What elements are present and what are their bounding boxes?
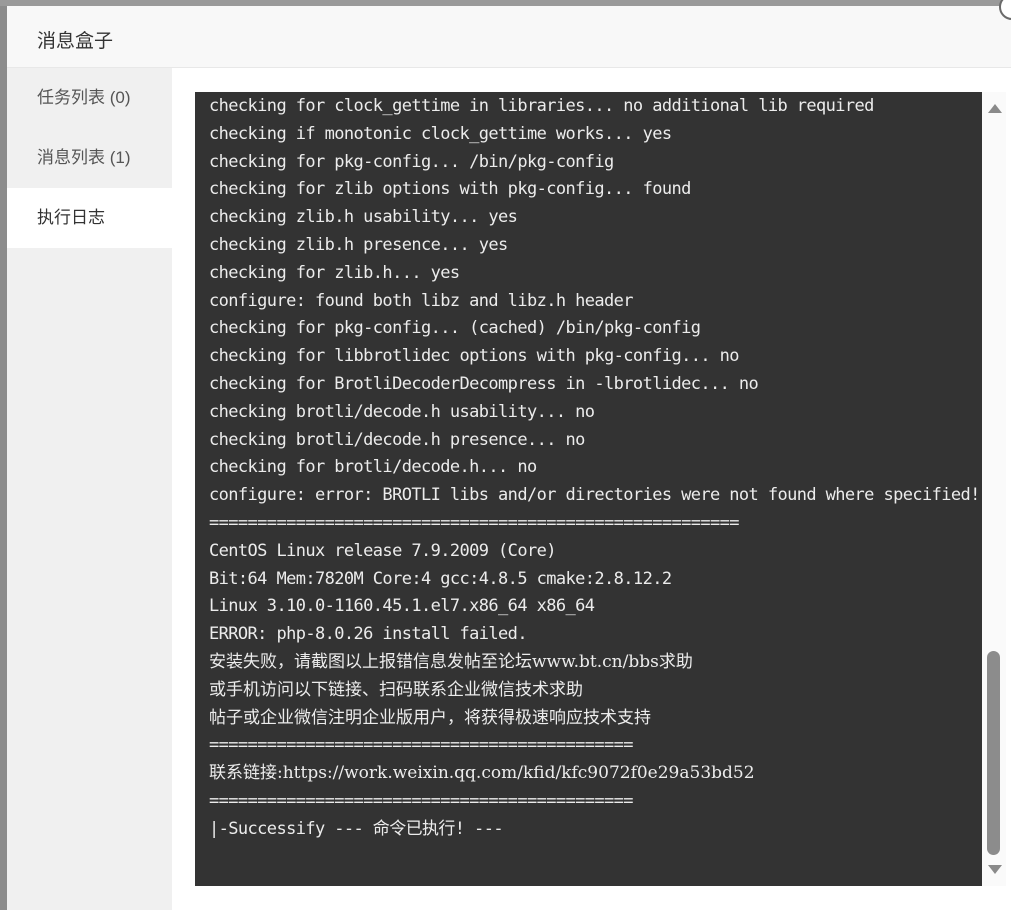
message-box-dialog: 消息盒子 任务列表 (0) 消息列表 (1) 执行日志 checking for…: [7, 0, 1011, 910]
log-line: 帖子或企业微信注明企业版用户，将获得极速响应技术支持: [209, 707, 651, 728]
log-scrollbar[interactable]: [982, 92, 1006, 886]
log-line: configure: error: BROTLI libs and/or dir…: [209, 485, 980, 506]
log-line: CentOS Linux release 7.9.2009 (Core): [209, 540, 556, 561]
log-line: checking brotli/decode.h usability... no: [209, 401, 595, 422]
log-line: checking for libbrotlidec options with p…: [209, 346, 740, 367]
log-line: checking brotli/decode.h presence... no: [209, 429, 585, 450]
log-line: 或手机访问以下链接、扫码联系企业微信技术求助: [209, 679, 583, 700]
log-line: checking for zlib.h... yes: [209, 262, 460, 283]
dialog-title: 消息盒子: [37, 31, 114, 52]
log-lines: checking for clock_gettime in libraries.…: [195, 92, 982, 844]
log-line: configure: found both libz and libz.h he…: [209, 290, 634, 311]
scroll-down-arrow-icon[interactable]: [988, 865, 1002, 874]
log-line: checking for zlib options with pkg-confi…: [209, 179, 691, 200]
log-line: checking if monotonic clock_gettime work…: [209, 123, 672, 144]
tab-message-list[interactable]: 消息列表 (1): [7, 128, 172, 188]
log-line: Linux 3.10.0-1160.45.1.el7.x86_64 x86_64: [209, 596, 595, 617]
log-line: checking zlib.h presence... yes: [209, 234, 508, 255]
log-line: checking for pkg-config... /bin/pkg-conf…: [209, 151, 614, 172]
scroll-thumb[interactable]: [987, 651, 1000, 855]
log-line: ERROR: php-8.0.26 install failed.: [209, 624, 528, 645]
log-panel: checking for clock_gettime in libraries.…: [172, 68, 1011, 910]
scroll-up-arrow-icon[interactable]: [988, 104, 1002, 113]
log-line: checking for pkg-config... (cached) /bin…: [209, 318, 701, 339]
log-line: ========================================…: [209, 790, 634, 811]
tab-execution-log[interactable]: 执行日志: [7, 188, 172, 248]
tab-task-list[interactable]: 任务列表 (0): [7, 68, 172, 128]
log-line: ========================================…: [209, 735, 634, 756]
log-line: checking zlib.h usability... yes: [209, 207, 518, 228]
log-line: checking for brotli/decode.h... no: [209, 457, 537, 478]
log-line: 安装失败，请截图以上报错信息发帖至论坛www.bt.cn/bbs求助: [209, 651, 693, 672]
execution-log-output[interactable]: checking for clock_gettime in libraries.…: [195, 92, 982, 886]
log-line: 联系链接:https://work.weixin.qq.com/kfid/kfc…: [209, 763, 755, 784]
log-line: |-Successify --- 命令已执行! ---: [209, 818, 504, 839]
log-line: checking for BrotliDecoderDecompress in …: [209, 373, 759, 394]
log-line: ========================================…: [209, 512, 740, 533]
log-line: Bit:64 Mem:7820M Core:4 gcc:4.8.5 cmake:…: [209, 568, 672, 589]
sidebar: 任务列表 (0) 消息列表 (1) 执行日志: [7, 68, 172, 910]
log-line: checking for clock_gettime in libraries.…: [209, 96, 874, 116]
dialog-header: 消息盒子: [7, 6, 1011, 68]
